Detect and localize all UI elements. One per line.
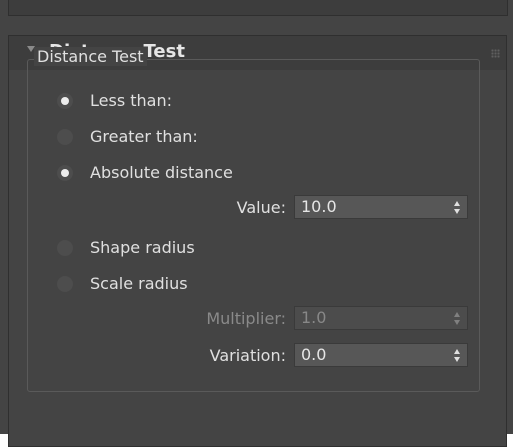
value-label: Value:	[236, 198, 286, 217]
radio-label: Less than:	[90, 91, 172, 110]
distance-test-group: Distance Test Less than: Greater than: A…	[27, 47, 480, 392]
variation-field[interactable]: 0.0	[301, 344, 326, 366]
radio-button[interactable]	[57, 276, 73, 292]
variation-spinner[interactable]: 0.0	[294, 343, 468, 367]
grip-dots-icon[interactable]	[491, 49, 500, 58]
spinner-arrows-icon	[454, 312, 461, 325]
radio-label: Shape radius	[90, 238, 195, 257]
variation-label: Variation:	[209, 346, 286, 365]
radio-button[interactable]	[57, 240, 73, 256]
multiplier-spinner: 1.0	[294, 306, 468, 330]
group-legend: Distance Test	[34, 47, 147, 66]
radio-button[interactable]	[57, 129, 73, 145]
rollout-panel-window: Distance Test Distance Test Less than: G…	[0, 0, 513, 447]
multiplier-label: Multiplier:	[206, 309, 286, 328]
radio-label: Scale radius	[90, 274, 188, 293]
spinner-arrows-icon[interactable]	[454, 349, 461, 362]
radio-button[interactable]	[57, 165, 73, 181]
radio-button[interactable]	[57, 93, 73, 109]
radio-label: Absolute distance	[90, 163, 233, 182]
multiplier-field: 1.0	[301, 308, 327, 327]
value-field[interactable]: 10.0	[301, 196, 337, 218]
value-spinner[interactable]: 10.0	[294, 195, 468, 219]
spinner-arrows-icon[interactable]	[454, 201, 461, 214]
background-margin	[513, 0, 530, 434]
previous-rollout	[8, 0, 508, 16]
radio-label: Greater than:	[90, 127, 198, 146]
